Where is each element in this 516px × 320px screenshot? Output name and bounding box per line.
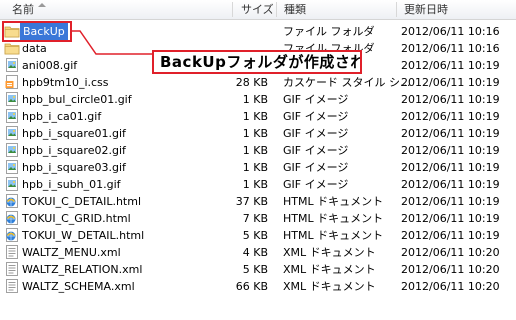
column-divider[interactable] xyxy=(232,2,233,17)
file-name: hpb_bul_circle01.gif xyxy=(22,93,132,106)
file-modified-date: 2012/06/11 10:19 xyxy=(401,59,500,72)
folder-row[interactable]: BackUp ファイル フォルダ 2012/06/11 10:16 xyxy=(0,23,516,40)
file-modified-date: 2012/06/11 10:19 xyxy=(401,144,500,157)
html-document-icon xyxy=(4,210,20,226)
file-name: hpb9tm10_i.css xyxy=(22,76,109,89)
column-divider[interactable] xyxy=(396,2,397,17)
file-type: GIF イメージ xyxy=(283,178,349,191)
file-type: GIF イメージ xyxy=(283,161,349,174)
file-modified-date: 2012/06/11 10:19 xyxy=(401,195,500,208)
gif-image-icon xyxy=(4,125,20,141)
file-type: GIF イメージ xyxy=(283,127,349,140)
file-name: TOKUI_C_DETAIL.html xyxy=(22,195,142,208)
file-size: 1 KB xyxy=(242,161,268,174)
file-name: data xyxy=(22,42,47,55)
file-modified-date: 2012/06/11 10:20 xyxy=(401,263,500,276)
file-type: HTML ドキュメント xyxy=(283,229,384,242)
file-type: カスケード スタイル シ... xyxy=(283,76,411,89)
file-name: BackUp xyxy=(20,23,68,40)
column-header-size[interactable]: サイズ xyxy=(241,0,274,19)
gif-image-icon xyxy=(4,142,20,158)
file-type: XML ドキュメント xyxy=(283,280,376,293)
gif-image-icon xyxy=(4,176,20,192)
gif-image-icon xyxy=(4,57,20,73)
file-modified-date: 2012/06/11 10:19 xyxy=(401,127,500,140)
file-name: hpb_i_square02.gif xyxy=(22,144,126,157)
annotation-label: BackUpフォルダが作成される xyxy=(152,50,362,74)
column-header-bar: 名前 サイズ 種類 更新日時 xyxy=(0,0,516,20)
file-type: GIF イメージ xyxy=(283,144,349,157)
file-type: GIF イメージ xyxy=(283,110,349,123)
xml-document-icon xyxy=(4,261,20,277)
file-modified-date: 2012/06/11 10:19 xyxy=(401,178,500,191)
file-name: ani008.gif xyxy=(22,59,78,72)
file-size: 4 KB xyxy=(242,246,268,259)
file-type: XML ドキュメント xyxy=(283,263,376,276)
html-document-icon xyxy=(4,227,20,243)
file-modified-date: 2012/06/11 10:20 xyxy=(401,280,500,293)
file-modified-date: 2012/06/11 10:20 xyxy=(401,246,500,259)
column-divider[interactable] xyxy=(276,2,277,17)
file-row[interactable]: WALTZ_MENU.xml 4 KB XML ドキュメント 2012/06/11 1… xyxy=(0,244,516,261)
file-modified-date: 2012/06/11 10:19 xyxy=(401,229,500,242)
gif-image-icon xyxy=(4,159,20,175)
file-row[interactable]: WALTZ_RELATION.xml 5 KB XML ドキュメント 2012/06/… xyxy=(0,261,516,278)
file-modified-date: 2012/06/11 10:19 xyxy=(401,76,500,89)
folder-icon xyxy=(4,23,20,39)
file-size: 1 KB xyxy=(242,127,268,140)
file-row[interactable]: hpb_bul_circle01.gif 1 KB GIF イメージ 2012/06/… xyxy=(0,91,516,108)
gif-image-icon xyxy=(4,108,20,124)
file-size: 5 KB xyxy=(242,229,268,242)
file-size: 28 KB xyxy=(235,76,268,89)
gif-image-icon xyxy=(4,91,20,107)
file-row[interactable]: hpb_i_subh_01.gif 1 KB GIF イメージ 2012/06/11 … xyxy=(0,176,516,193)
column-header-type[interactable]: 種類 xyxy=(284,0,306,19)
file-type: GIF イメージ xyxy=(283,93,349,106)
file-size: 1 KB xyxy=(242,144,268,157)
file-name: hpb_i_ca01.gif xyxy=(22,110,102,123)
file-row[interactable]: hpb_i_ca01.gif 1 KB GIF イメージ 2012/06/11 10:… xyxy=(0,108,516,125)
file-row[interactable]: TOKUI_C_DETAIL.html 37 KB HTML ドキュメント 2012/… xyxy=(0,193,516,210)
folder-icon xyxy=(4,40,20,56)
file-size: 66 KB xyxy=(235,280,268,293)
file-type: HTML ドキュメント xyxy=(283,195,384,208)
file-name: hpb_i_subh_01.gif xyxy=(22,178,121,191)
file-name: TOKUI_W_DETAIL.html xyxy=(22,229,145,242)
file-modified-date: 2012/06/11 10:19 xyxy=(401,110,500,123)
file-name: hpb_i_square01.gif xyxy=(22,127,126,140)
file-modified-date: 2012/06/11 10:19 xyxy=(401,161,500,174)
file-modified-date: 2012/06/11 10:19 xyxy=(401,93,500,106)
file-size: 1 KB xyxy=(242,110,268,123)
file-size: 37 KB xyxy=(235,195,268,208)
file-row[interactable]: hpb_i_square01.gif 1 KB GIF イメージ 2012/06/11… xyxy=(0,125,516,142)
file-row[interactable]: TOKUI_W_DETAIL.html 5 KB HTML ドキュメント 2012/0… xyxy=(0,227,516,244)
file-modified-date: 2012/06/11 10:19 xyxy=(401,212,500,225)
file-type: ファイル フォルダ xyxy=(283,25,375,38)
file-modified-date: 2012/06/11 10:16 xyxy=(401,42,500,55)
html-document-icon xyxy=(4,193,20,209)
file-name: hpb_i_square03.gif xyxy=(22,161,126,174)
file-row[interactable]: hpb9tm10_i.css 28 KB カスケード スタイル シ... 2012/0… xyxy=(0,74,516,91)
file-row[interactable]: TOKUI_C_GRID.html 7 KB HTML ドキュメント 2012/06/… xyxy=(0,210,516,227)
file-size: 7 KB xyxy=(242,212,268,225)
xml-document-icon xyxy=(4,244,20,260)
file-name: TOKUI_C_GRID.html xyxy=(22,212,131,225)
file-name: WALTZ_RELATION.xml xyxy=(22,263,143,276)
file-size: 1 KB xyxy=(242,178,268,191)
sort-ascending-icon xyxy=(38,3,46,7)
file-row[interactable]: WALTZ_SCHEMA.xml 66 KB XML ドキュメント 2012/06/1… xyxy=(0,278,516,295)
file-size: 1 KB xyxy=(242,93,268,106)
column-header-name[interactable]: 名前 xyxy=(12,0,34,19)
file-name: WALTZ_SCHEMA.xml xyxy=(22,280,135,293)
file-type: XML ドキュメント xyxy=(283,246,376,259)
column-header-modified[interactable]: 更新日時 xyxy=(404,0,448,19)
file-name: WALTZ_MENU.xml xyxy=(22,246,121,259)
file-modified-date: 2012/06/11 10:16 xyxy=(401,25,500,38)
css-file-icon xyxy=(4,74,20,90)
file-row[interactable]: hpb_i_square02.gif 1 KB GIF イメージ 2012/06/11… xyxy=(0,142,516,159)
file-type: HTML ドキュメント xyxy=(283,212,384,225)
file-size: 5 KB xyxy=(242,263,268,276)
xml-document-icon xyxy=(4,278,20,294)
file-row[interactable]: hpb_i_square03.gif 1 KB GIF イメージ 2012/06/11… xyxy=(0,159,516,176)
